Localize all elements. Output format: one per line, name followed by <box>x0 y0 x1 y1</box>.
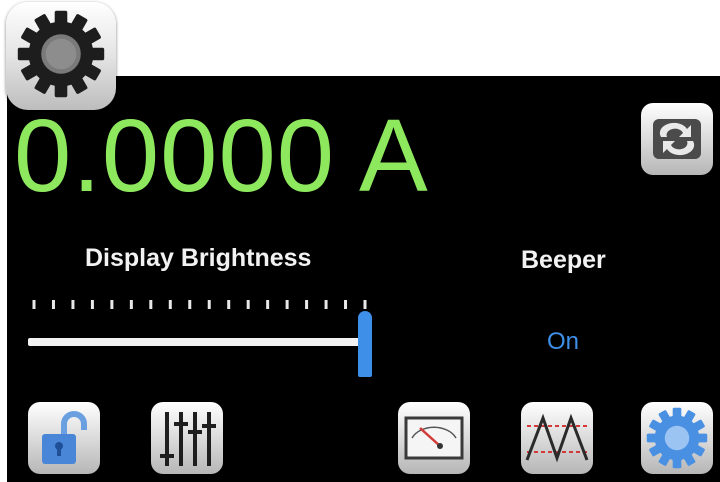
settings-button[interactable] <box>641 402 713 474</box>
slider-tick <box>110 300 114 309</box>
beeper-label: Beeper <box>521 246 606 274</box>
slider-tick <box>149 300 153 309</box>
unlock-icon <box>42 411 87 464</box>
gear-icon <box>646 407 708 469</box>
slider-tick <box>246 300 250 309</box>
brightness-slider-thumb[interactable] <box>358 311 372 377</box>
slider-tick <box>266 300 270 309</box>
adjust-button[interactable] <box>151 402 223 474</box>
gear-icon <box>17 10 105 98</box>
slider-tick <box>305 300 309 309</box>
slider-tick <box>90 300 94 309</box>
slider-tick <box>207 300 211 309</box>
settings-app-icon[interactable] <box>6 2 116 110</box>
sliders-icon <box>160 412 216 466</box>
slider-tick <box>324 300 328 309</box>
slider-tick <box>227 300 231 309</box>
brightness-slider-ticks <box>32 300 367 309</box>
meter-button[interactable] <box>398 402 470 474</box>
slider-tick <box>344 300 348 309</box>
slider-tick <box>51 300 55 309</box>
slider-tick <box>168 300 172 309</box>
slider-tick <box>71 300 75 309</box>
waveform-button[interactable] <box>521 402 593 474</box>
display-brightness-label: Display Brightness <box>85 244 312 272</box>
slider-tick <box>188 300 192 309</box>
swap-arrows-icon <box>653 119 701 159</box>
slider-tick <box>363 300 367 309</box>
slider-tick <box>129 300 133 309</box>
current-readout: 0.0000 A <box>14 98 429 213</box>
swap-button[interactable] <box>641 103 713 175</box>
beeper-toggle[interactable]: On <box>547 328 579 356</box>
slider-tick <box>285 300 289 309</box>
brightness-slider-track[interactable] <box>28 338 362 346</box>
slider-tick <box>32 300 36 309</box>
lock-button[interactable] <box>28 402 100 474</box>
waveform-icon <box>525 413 589 463</box>
analog-meter-icon <box>404 416 464 460</box>
